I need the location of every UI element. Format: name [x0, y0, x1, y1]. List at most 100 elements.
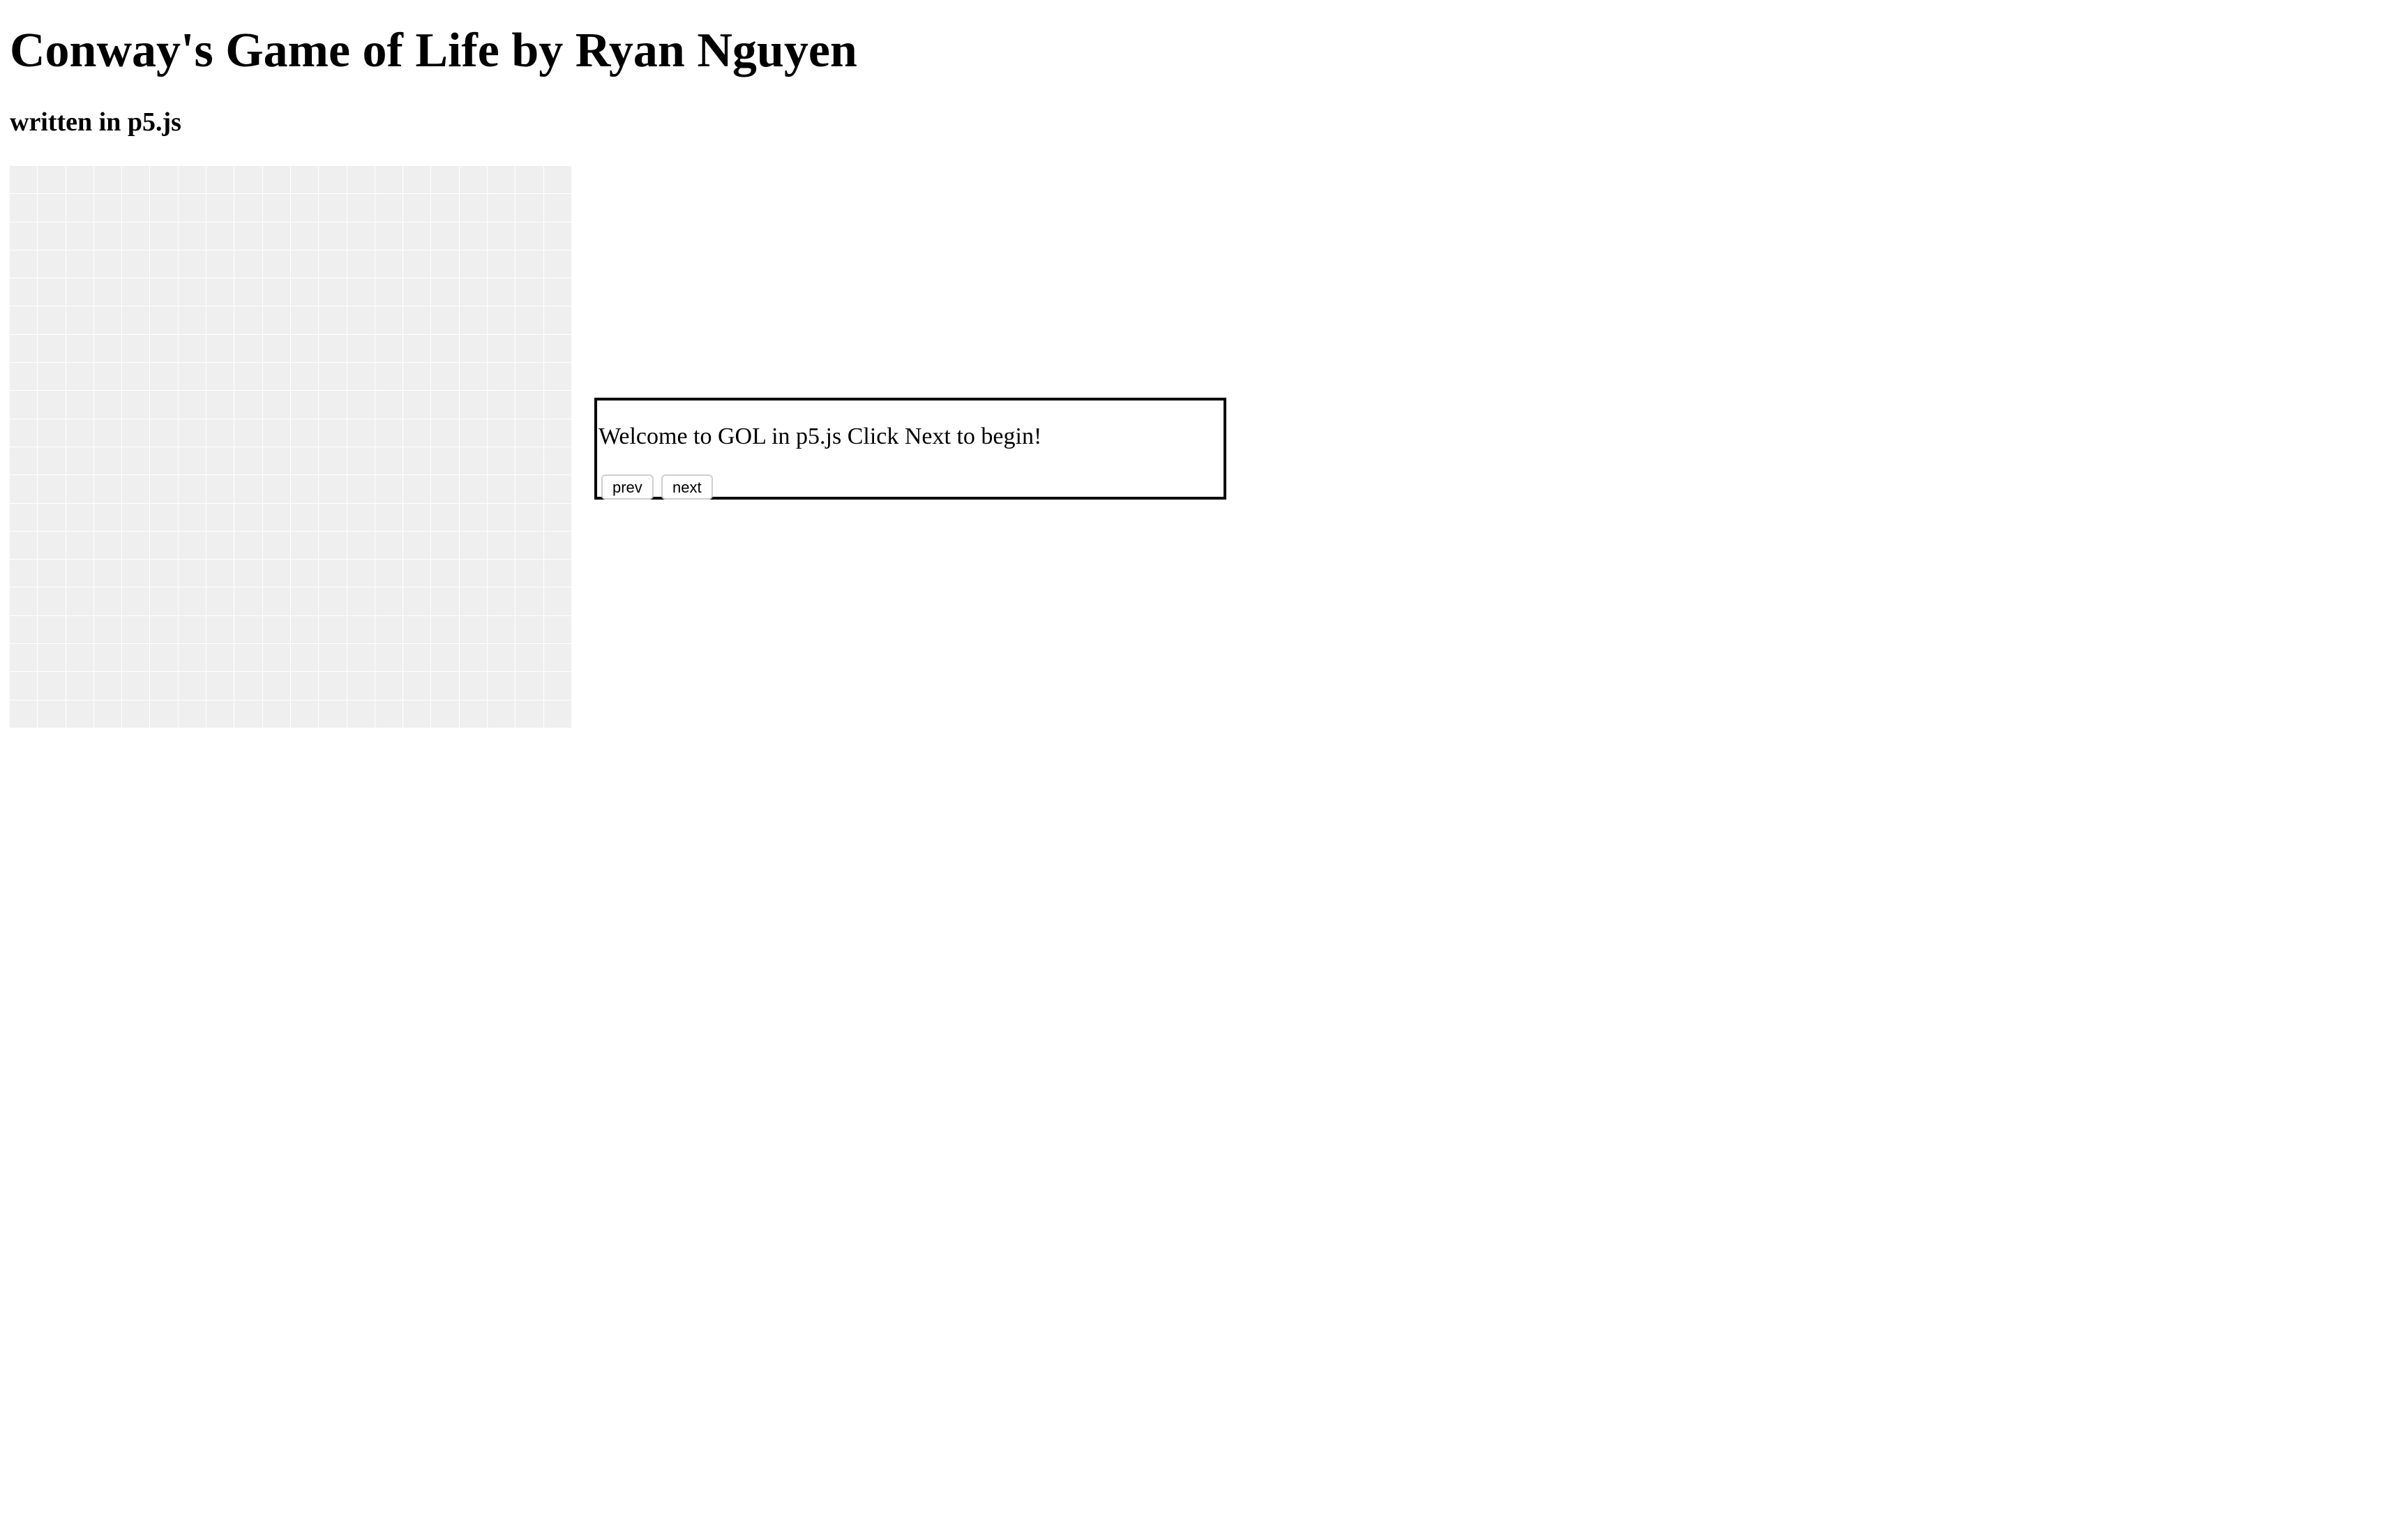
grid-cell[interactable] — [488, 363, 516, 391]
grid-cell[interactable] — [122, 700, 151, 728]
grid-cell[interactable] — [122, 503, 151, 532]
grid-cell[interactable] — [319, 194, 347, 223]
grid-cell[interactable] — [403, 363, 432, 391]
grid-cell[interactable] — [150, 391, 179, 419]
grid-cell[interactable] — [319, 587, 347, 616]
grid-cell[interactable] — [431, 447, 460, 476]
grid-cell[interactable] — [234, 306, 263, 335]
grid-cell[interactable] — [319, 700, 347, 728]
grid-cell[interactable] — [459, 587, 488, 616]
grid-cell[interactable] — [347, 222, 375, 250]
grid-cell[interactable] — [178, 278, 207, 307]
grid-cell[interactable] — [262, 475, 291, 504]
grid-cell[interactable] — [206, 194, 235, 223]
grid-cell[interactable] — [122, 475, 151, 504]
grid-cell[interactable] — [347, 475, 375, 504]
grid-cell[interactable] — [459, 615, 488, 645]
grid-cell[interactable] — [488, 166, 516, 195]
grid-cell[interactable] — [178, 615, 207, 645]
grid-cell[interactable] — [122, 278, 151, 307]
grid-cell[interactable] — [122, 447, 151, 476]
grid-cell[interactable] — [206, 391, 235, 419]
grid-cell[interactable] — [10, 447, 38, 476]
grid-cell[interactable] — [206, 447, 235, 476]
grid-cell[interactable] — [347, 503, 375, 532]
grid-cell[interactable] — [319, 363, 347, 391]
grid-cell[interactable] — [150, 447, 179, 476]
grid-cell[interactable] — [543, 587, 572, 616]
grid-cell[interactable] — [375, 560, 404, 588]
grid-cell[interactable] — [431, 700, 460, 728]
grid-cell[interactable] — [38, 166, 66, 195]
grid-cell[interactable] — [488, 222, 516, 250]
grid-cell[interactable] — [290, 644, 319, 673]
grid-cell[interactable] — [319, 644, 347, 673]
grid-cell[interactable] — [234, 166, 263, 195]
grid-cell[interactable] — [93, 531, 123, 560]
grid-cell[interactable] — [122, 672, 151, 701]
grid-cell[interactable] — [375, 166, 404, 195]
grid-cell[interactable] — [66, 615, 94, 645]
grid-cell[interactable] — [178, 334, 207, 364]
grid-cell[interactable] — [431, 560, 460, 588]
grid-cell[interactable] — [375, 278, 404, 307]
grid-cell[interactable] — [403, 447, 432, 476]
grid-cell[interactable] — [38, 587, 66, 616]
grid-cell[interactable] — [543, 503, 572, 532]
grid-cell[interactable] — [93, 194, 123, 223]
grid-cell[interactable] — [516, 250, 544, 279]
grid-cell[interactable] — [290, 250, 319, 279]
grid-cell[interactable] — [290, 278, 319, 307]
grid-cell[interactable] — [262, 278, 291, 307]
grid-cell[interactable] — [319, 334, 347, 364]
grid-cell[interactable] — [347, 166, 375, 195]
grid-cell[interactable] — [403, 503, 432, 532]
grid-cell[interactable] — [375, 587, 404, 616]
grid-cell[interactable] — [178, 672, 207, 701]
grid-cell[interactable] — [488, 194, 516, 223]
grid-cell[interactable] — [319, 419, 347, 447]
grid-cell[interactable] — [431, 503, 460, 532]
grid-cell[interactable] — [403, 194, 432, 223]
grid-cell[interactable] — [93, 363, 123, 391]
grid-cell[interactable] — [459, 194, 488, 223]
grid-cell[interactable] — [431, 306, 460, 335]
grid-cell[interactable] — [319, 615, 347, 645]
grid-cell[interactable] — [403, 222, 432, 250]
grid-cell[interactable] — [178, 447, 207, 476]
grid-cell[interactable] — [375, 475, 404, 504]
grid-cell[interactable] — [206, 560, 235, 588]
grid-cell[interactable] — [206, 166, 235, 195]
grid-cell[interactable] — [150, 672, 179, 701]
grid-cell[interactable] — [403, 306, 432, 335]
grid-cell[interactable] — [10, 503, 38, 532]
grid-cell[interactable] — [93, 475, 123, 504]
grid-cell[interactable] — [516, 475, 544, 504]
grid-cell[interactable] — [459, 644, 488, 673]
grid-cell[interactable] — [319, 250, 347, 279]
grid-cell[interactable] — [403, 615, 432, 645]
grid-cell[interactable] — [234, 531, 263, 560]
grid-cell[interactable] — [347, 419, 375, 447]
grid-cell[interactable] — [122, 166, 151, 195]
grid-cell[interactable] — [206, 587, 235, 616]
grid-cell[interactable] — [206, 644, 235, 673]
grid-cell[interactable] — [93, 560, 123, 588]
grid-cell[interactable] — [290, 503, 319, 532]
grid-cell[interactable] — [38, 363, 66, 391]
grid-cell[interactable] — [178, 560, 207, 588]
grid-cell[interactable] — [319, 475, 347, 504]
grid-cell[interactable] — [375, 615, 404, 645]
grid-cell[interactable] — [543, 447, 572, 476]
grid-cell[interactable] — [150, 531, 179, 560]
grid-cell[interactable] — [290, 391, 319, 419]
grid-cell[interactable] — [150, 419, 179, 447]
grid-cell[interactable] — [66, 166, 94, 195]
grid-cell[interactable] — [375, 334, 404, 364]
grid-cell[interactable] — [178, 306, 207, 335]
grid-cell[interactable] — [347, 615, 375, 645]
grid-cell[interactable] — [206, 222, 235, 250]
grid-cell[interactable] — [543, 672, 572, 701]
grid-cell[interactable] — [431, 222, 460, 250]
grid-cell[interactable] — [459, 672, 488, 701]
